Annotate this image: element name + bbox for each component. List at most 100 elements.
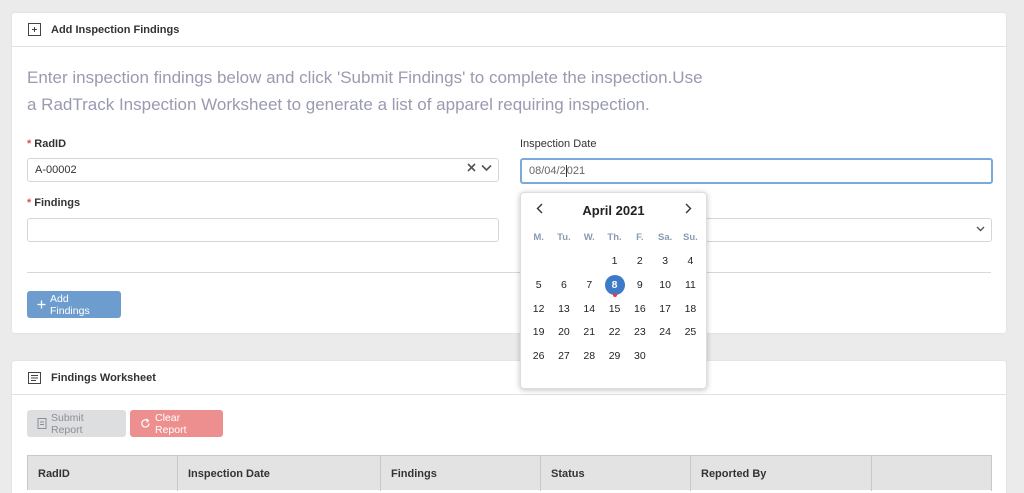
calendar-day[interactable]: 28 — [577, 344, 602, 368]
weekday-header: F. — [636, 232, 644, 244]
weekday-header: Tu. — [557, 232, 571, 244]
calendar-day-number: 20 — [558, 326, 570, 339]
list-icon — [27, 371, 41, 385]
findings-input[interactable] — [27, 218, 499, 242]
document-icon — [37, 418, 47, 429]
calendar-day[interactable]: 3 — [652, 250, 677, 274]
column-header-status[interactable]: Status — [541, 456, 691, 491]
submit-report-button[interactable]: Submit Report — [27, 410, 126, 437]
calendar-day-number: 14 — [583, 302, 596, 315]
date-picker-popup: April 2021 M. Tu. W. Th. F. Sa. Su. 1 2 3 4 5 6 7 8 9 10… — [520, 192, 707, 389]
calendar-day[interactable]: 13 — [551, 297, 576, 321]
chevron-down-icon[interactable] — [976, 223, 985, 235]
calendar-day[interactable]: 6 — [551, 273, 576, 297]
intro-line-1: Enter inspection findings below and clic… — [27, 68, 703, 87]
calendar-day[interactable]: 4 — [678, 250, 703, 274]
calendar-day[interactable]: 19 — [526, 320, 551, 344]
calendar-day[interactable]: 23 — [627, 320, 652, 344]
calendar-day-number: 9 — [636, 278, 643, 291]
calendar-day[interactable]: 21 — [577, 320, 602, 344]
calendar-day[interactable]: 25 — [678, 320, 703, 344]
calendar-day-number: 24 — [659, 326, 671, 339]
calendar-day-number: 26 — [532, 349, 545, 362]
add-findings-card: Add Inspection Findings Enter inspection… — [12, 13, 1006, 333]
calendar-day[interactable]: 14 — [577, 297, 602, 321]
column-header-radid[interactable]: RadID — [28, 456, 178, 491]
calendar-day-number: 7 — [586, 278, 593, 291]
calendar-day-number: 12 — [532, 302, 545, 315]
add-note-icon — [27, 23, 41, 37]
calendar-blank-cell — [551, 250, 576, 274]
weekday-header: Sa. — [658, 232, 673, 244]
calendar-day-number: 16 — [633, 302, 646, 315]
calendar-day[interactable]: 5 — [526, 273, 551, 297]
calendar-blank-cell — [526, 250, 551, 274]
calendar-day[interactable]: 24 — [652, 320, 677, 344]
weekday-header: Th. — [607, 232, 622, 244]
inspection-date-input[interactable]: 08/04/2 021 — [520, 158, 993, 184]
calendar-day[interactable]: 27 — [551, 344, 576, 368]
worksheet-title: Findings Worksheet — [51, 371, 156, 384]
weekday-header: Su. — [683, 232, 698, 244]
calendar-day-number: 1 — [611, 255, 618, 268]
weekday-header: M. — [533, 232, 544, 244]
calendar-day-number: 2 — [636, 255, 643, 268]
calendar-day-number: 30 — [633, 349, 646, 362]
calendar-day-number: 10 — [659, 278, 671, 291]
add-findings-header: Add Inspection Findings — [12, 13, 1006, 47]
findings-label: * Findings — [27, 197, 80, 209]
column-header-reported-by[interactable]: Reported By — [691, 456, 872, 491]
required-mark: * — [27, 197, 32, 209]
calendar-day-number: 17 — [659, 302, 671, 315]
radid-select[interactable]: A-00002 — [27, 158, 499, 182]
chevron-down-icon[interactable] — [481, 163, 492, 175]
weekday-header: W. — [583, 232, 595, 244]
calendar-day[interactable]: 22 — [602, 320, 627, 344]
intro-text: Enter inspection findings below and clic… — [27, 64, 787, 118]
calendar-day[interactable]: 10 — [652, 273, 677, 297]
required-mark: * — [27, 138, 32, 150]
calendar-day[interactable]: 11 — [678, 273, 703, 297]
inspection-date-value-end: 021 — [566, 165, 586, 177]
calendar-day[interactable]: 9 — [627, 273, 652, 297]
calendar-day-number: 6 — [561, 278, 567, 291]
calendar-day[interactable]: 18 — [678, 297, 703, 321]
calendar-month-title[interactable]: April 2021 — [521, 203, 706, 218]
calendar-day[interactable]: 2 — [627, 250, 652, 274]
calendar-day-number: 27 — [558, 349, 570, 362]
clear-report-button[interactable]: Clear Report — [130, 410, 223, 437]
add-findings-button[interactable]: Add Findings — [27, 291, 121, 318]
submit-report-label: Submit Report — [51, 411, 84, 436]
calendar-blank-cell — [577, 250, 602, 274]
refresh-icon — [140, 418, 151, 429]
clear-icon[interactable] — [467, 163, 476, 175]
findings-worksheet-card: Findings Worksheet Submit Report Clear R… — [12, 361, 1006, 493]
calendar-day[interactable]: 17 — [652, 297, 677, 321]
calendar-day[interactable]: 1 — [602, 250, 627, 274]
plus-icon — [37, 300, 46, 309]
add-findings-title: Add Inspection Findings — [51, 23, 180, 36]
radid-label-text: RadID — [34, 138, 67, 150]
radid-label: * RadID — [27, 138, 66, 150]
calendar-day[interactable]: 30 — [627, 344, 652, 368]
calendar-day-number: 4 — [687, 255, 694, 268]
calendar-day-number: 22 — [608, 326, 621, 339]
next-month-button[interactable] — [681, 202, 695, 218]
worksheet-header: Findings Worksheet — [12, 361, 1006, 395]
calendar-day-number: 29 — [608, 349, 621, 362]
calendar-day[interactable]: 15 — [602, 297, 627, 321]
calendar-day[interactable]: 26 — [526, 344, 551, 368]
column-header-actions — [872, 456, 992, 491]
calendar-day[interactable]: 16 — [627, 297, 652, 321]
calendar-day-selected[interactable]: 8 — [602, 273, 627, 297]
calendar-day[interactable]: 20 — [551, 320, 576, 344]
calendar-day[interactable]: 29 — [602, 344, 627, 368]
calendar-day[interactable]: 12 — [526, 297, 551, 321]
calendar-day-number: 18 — [684, 302, 697, 315]
column-header-findings[interactable]: Findings — [381, 456, 541, 491]
calendar-day-number: 19 — [532, 326, 545, 339]
calendar-day-number: 3 — [662, 255, 669, 268]
calendar-day[interactable]: 7 — [577, 273, 602, 297]
clear-report-label: Clear Report — [155, 411, 187, 436]
column-header-inspection-date[interactable]: Inspection Date — [178, 456, 381, 491]
